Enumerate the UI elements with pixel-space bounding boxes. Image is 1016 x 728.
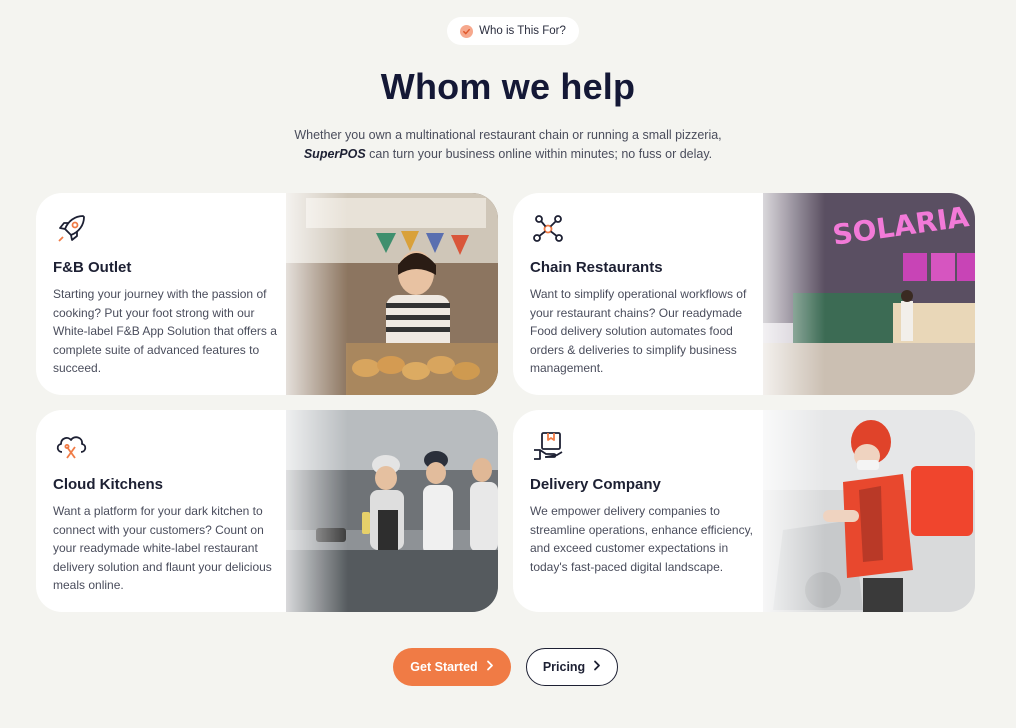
get-started-button[interactable]: Get Started bbox=[393, 648, 511, 686]
chevron-right-icon bbox=[486, 660, 494, 674]
rocket-icon bbox=[53, 211, 89, 247]
card-title: Chain Restaurants bbox=[530, 259, 663, 276]
card-title: Delivery Company bbox=[530, 476, 661, 493]
intro-line-1: Whether you own a multinational restaura… bbox=[294, 128, 722, 142]
network-icon bbox=[530, 211, 566, 247]
page-title: Whom we help bbox=[380, 66, 636, 107]
card-description: Want a platform for your dark kitchen to… bbox=[53, 504, 272, 593]
card-description: Want to simplify operational workflows o… bbox=[530, 287, 747, 376]
get-started-label: Get Started bbox=[410, 660, 478, 674]
chevron-right-icon bbox=[593, 660, 601, 674]
check-icon bbox=[460, 24, 474, 38]
card-cloud-kitchens: Cloud Kitchens Want a platform for your … bbox=[36, 410, 498, 612]
brand-name: SuperPOS bbox=[303, 147, 366, 161]
badge-label: Who is This For? bbox=[479, 25, 566, 37]
card-description: Starting your journey with the passion o… bbox=[53, 287, 277, 376]
intro-line-2: SuperPOS can turn your business online w… bbox=[0, 145, 1016, 164]
card-delivery-company: Delivery Company We empower delivery com… bbox=[513, 410, 975, 612]
pricing-button[interactable]: Pricing bbox=[526, 648, 618, 686]
delivery-box-icon bbox=[530, 428, 566, 464]
card-title: Cloud Kitchens bbox=[53, 476, 164, 493]
card-description: We empower delivery companies to streaml… bbox=[530, 504, 754, 574]
section-badge: Who is This For? bbox=[447, 17, 579, 45]
card-fnb-outlet: F&B Outlet Starting your journey with th… bbox=[36, 193, 498, 395]
card-chain-restaurants: SOLARIA Chain Restaurants Want to simpli… bbox=[513, 193, 975, 395]
card-title: F&B Outlet bbox=[53, 259, 132, 276]
cloud-kitchen-icon bbox=[53, 428, 89, 464]
intro-text: Whether you own a multinational restaura… bbox=[0, 126, 1016, 164]
intro-line-2-rest: can turn your business online within min… bbox=[365, 147, 713, 161]
pricing-label: Pricing bbox=[542, 660, 586, 674]
